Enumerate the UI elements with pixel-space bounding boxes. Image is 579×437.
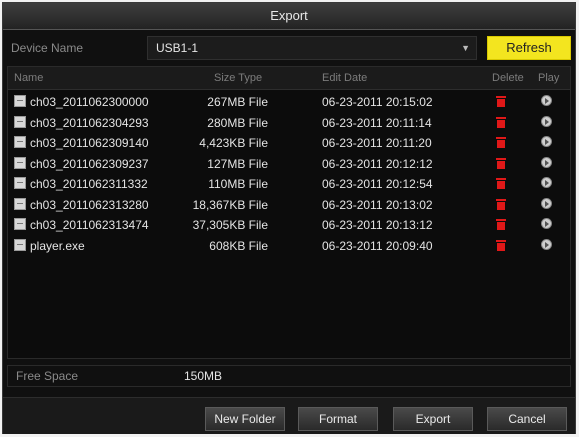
trash-icon[interactable]	[496, 219, 506, 230]
trash-icon[interactable]	[496, 96, 506, 107]
trash-icon[interactable]	[496, 178, 506, 189]
file-size: 37,305KB File	[192, 218, 268, 232]
table-row[interactable]: ch03_2011062313474 37,305KB File 06-23-201…	[8, 215, 570, 235]
trash-icon[interactable]	[496, 116, 506, 128]
new-folder-button[interactable]: New Folder	[205, 407, 285, 431]
export-button[interactable]: Export	[393, 407, 473, 431]
file-name-text: ch03_2011062309140	[30, 136, 149, 150]
file-edit-date: 06-23-2011 20:12:12	[322, 156, 433, 171]
trash-icon[interactable]	[496, 198, 506, 210]
file-size: 110MB File	[208, 177, 268, 191]
header-name[interactable]: Name	[14, 67, 43, 89]
dropdown-arrow-icon: ▼	[461, 43, 470, 53]
file-list: Name Size Type Edit Date Delete Play ch0…	[7, 66, 571, 359]
play-icon[interactable]	[541, 238, 552, 250]
refresh-button[interactable]: Refresh	[487, 36, 571, 60]
file-list-header: Name Size Type Edit Date Delete Play	[8, 67, 570, 90]
play-icon[interactable]	[541, 136, 552, 147]
button-bar: New Folder Format Export Cancel	[3, 397, 575, 434]
file-name-text: player.exe	[30, 238, 85, 253]
file-name: ch03_2011062313280	[14, 195, 164, 215]
file-size: 4,423KB File	[199, 136, 268, 150]
file-size: 18,367KB File	[192, 197, 268, 212]
file-size: 127MB File	[207, 156, 268, 171]
play-icon[interactable]	[541, 156, 552, 168]
file-name-text: ch03_2011062313474	[30, 218, 149, 232]
file-edit-date: 06-23-2011 20:13:02	[322, 197, 433, 212]
file-edit-date: 06-23-2011 20:11:20	[322, 136, 432, 150]
play-icon[interactable]	[541, 95, 552, 106]
file-icon	[14, 115, 26, 128]
table-row[interactable]: ch03_2011062300000 267MB File 06-23-2011 2…	[8, 92, 570, 112]
file-name: ch03_2011062311332	[14, 174, 164, 194]
trash-icon[interactable]	[496, 137, 506, 148]
file-name: ch03_2011062313474	[14, 215, 164, 235]
file-name: ch03_2011062309140	[14, 133, 164, 153]
table-row[interactable]: ch03_2011062304293 280MB File 06-23-2011 2…	[8, 113, 570, 133]
device-row: Device Name USB1-1 ▼ Refresh	[7, 36, 571, 60]
table-row[interactable]: ch03_2011062313280 18,367KB File 06-23-201…	[8, 195, 570, 215]
file-name-text: ch03_2011062311332	[30, 177, 148, 191]
play-icon[interactable]	[541, 177, 552, 188]
file-edit-date: 06-23-2011 20:15:02	[322, 95, 433, 109]
file-size: 608KB File	[209, 238, 268, 253]
file-icon	[14, 95, 26, 107]
header-delete: Delete	[492, 72, 524, 84]
file-edit-date: 06-23-2011 20:09:40	[322, 238, 433, 253]
play-icon[interactable]	[541, 218, 552, 229]
file-edit-date: 06-23-2011 20:13:12	[322, 218, 433, 232]
free-space-row: Free Space 150MB	[7, 365, 571, 387]
free-space-label: Free Space	[16, 369, 79, 383]
file-name-text: ch03_2011062309237	[30, 156, 149, 171]
file-size: 280MB File	[207, 115, 268, 130]
trash-icon[interactable]	[496, 239, 506, 251]
file-icon	[14, 197, 26, 210]
free-space-value: 150MB	[184, 369, 223, 383]
file-edit-date: 06-23-2011 20:11:14	[322, 115, 432, 130]
file-size: 267MB File	[207, 95, 268, 109]
dialog-title: Export	[3, 3, 575, 30]
export-dialog: Export Device Name USB1-1 ▼ Refresh Name…	[2, 2, 576, 434]
file-name: player.exe	[14, 236, 164, 256]
cancel-button[interactable]: Cancel	[487, 407, 567, 431]
trash-icon[interactable]	[496, 157, 506, 169]
format-button[interactable]: Format	[298, 407, 378, 431]
table-row[interactable]: ch03_2011062309140 4,423KB File 06-23-2011…	[8, 133, 570, 153]
file-icon	[14, 218, 26, 230]
file-name-text: ch03_2011062304293	[30, 115, 149, 130]
play-icon[interactable]	[541, 115, 552, 127]
device-select[interactable]: USB1-1 ▼	[147, 36, 477, 60]
file-edit-date: 06-23-2011 20:12:54	[322, 177, 433, 191]
file-icon	[14, 136, 26, 148]
file-name: ch03_2011062309237	[14, 154, 164, 174]
file-icon	[14, 177, 26, 189]
header-size-type[interactable]: Size Type	[214, 67, 262, 89]
play-icon[interactable]	[541, 197, 552, 209]
header-play: Play	[538, 72, 560, 84]
header-edit-date[interactable]: Edit Date	[322, 67, 367, 89]
file-icon	[14, 156, 26, 169]
file-name-text: ch03_2011062313280	[30, 197, 149, 212]
device-select-value: USB1-1	[156, 41, 199, 55]
table-row[interactable]: ch03_2011062309237 127MB File 06-23-2011 2…	[8, 154, 570, 174]
table-row[interactable]: player.exe 608KB File 06-23-2011 20:09:40	[8, 236, 570, 256]
device-name-label: Device Name	[11, 41, 84, 55]
file-name: ch03_2011062304293	[14, 113, 164, 133]
file-name-text: ch03_2011062300000	[30, 95, 149, 109]
file-icon	[14, 238, 26, 251]
file-name: ch03_2011062300000	[14, 92, 164, 112]
table-row[interactable]: ch03_2011062311332 110MB File 06-23-2011 2…	[8, 174, 570, 194]
